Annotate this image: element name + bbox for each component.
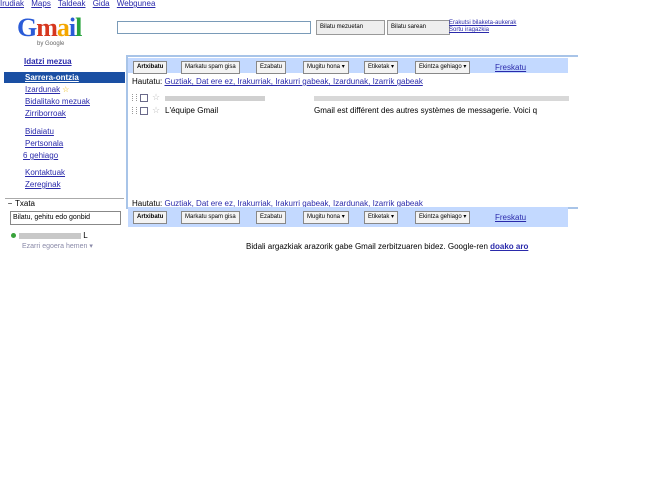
logo-byline: by Google — [37, 41, 65, 47]
drag-handle[interactable] — [132, 107, 137, 114]
refresh-link[interactable]: Freskatu — [495, 63, 526, 72]
delete-button[interactable]: Ezabatu — [256, 211, 287, 224]
message-snippet: Gmail est différent des autres systèmes … — [314, 106, 538, 115]
chat-header[interactable]: − Txata — [5, 198, 124, 209]
search-web-button[interactable]: Bilatu sarean — [387, 20, 450, 35]
refresh-link[interactable]: Freskatu — [495, 213, 526, 222]
message-row[interactable]: ☆ L'équipe Gmail Gmail est différent des… — [130, 105, 570, 116]
drag-handle[interactable] — [132, 94, 137, 101]
search-input[interactable] — [117, 21, 311, 34]
gmail-logo[interactable]: Gmail by Google — [17, 14, 105, 50]
sidebar-label-travel[interactable]: Bidaiatu — [25, 127, 54, 136]
more-actions-dropdown[interactable]: Ekintza gehiago ▾ — [415, 61, 471, 74]
sidebar-more-labels[interactable]: 6 gehiago — [23, 151, 58, 160]
sidebar-item-starred[interactable]: Izardunak ☆ — [25, 85, 69, 94]
more-actions-dropdown[interactable]: Ekintza gehiago ▾ — [415, 211, 471, 224]
sidebar-item-tasks[interactable]: Zereginak — [25, 180, 61, 189]
message-checkbox[interactable] — [140, 107, 148, 115]
contact-name-blurred — [19, 232, 81, 239]
message-row[interactable]: ☆ — [130, 92, 570, 103]
search-mail-button[interactable]: Bilatu mezuetan — [316, 20, 385, 35]
nav-help-link[interactable]: Gida — [93, 0, 110, 8]
gmail-logo-text: Gmail — [17, 13, 82, 42]
nav-web-link[interactable]: Webgunea — [117, 0, 156, 8]
contact-suffix: L — [83, 231, 88, 240]
move-to-dropdown[interactable]: Mugitu hona ▾ — [303, 61, 349, 74]
chat-status-selector[interactable]: Ezarri egoera hemen ▾ — [22, 242, 93, 250]
nav-groups-link[interactable]: Taldeak — [58, 0, 86, 8]
sidebar-item-sent[interactable]: Bidalitako mezuak — [25, 97, 90, 106]
star-icon: ☆ — [62, 85, 70, 94]
archive-button[interactable]: Artxibatu — [133, 61, 168, 74]
report-spam-button[interactable]: Markatu spam gisa — [181, 211, 240, 224]
online-status-icon — [11, 233, 16, 238]
select-options-links[interactable]: Guztiak, Dat ere ez, Irakurriak, Irakurr… — [164, 77, 422, 86]
chat-title: Txata — [15, 199, 36, 208]
create-filter-link[interactable]: Sortu iragazkia — [449, 27, 516, 34]
nav-images-link[interactable]: Irudiak — [0, 0, 24, 8]
sidebar-item-drafts[interactable]: Zirriborroak — [25, 109, 66, 118]
sidebar-label-personal[interactable]: Pertsonala — [25, 139, 63, 148]
sidebar-item-contacts[interactable]: Kontaktuak — [25, 168, 65, 177]
chat-contact[interactable]: L — [11, 231, 88, 240]
message-checkbox[interactable] — [140, 94, 148, 102]
select-bar-top: Hautatu: Guztiak, Dat ere ez, Irakurriak… — [132, 77, 423, 86]
select-prefix: Hautatu: — [132, 77, 163, 86]
labels-dropdown[interactable]: Etiketak ▾ — [364, 61, 399, 74]
show-search-options-link[interactable]: Erakutsi bilaketa-aukerak — [449, 20, 516, 27]
star-icon[interactable]: ☆ — [152, 105, 160, 115]
footer-promo: Bidali argazkiak arazorik gabe Gmail zer… — [246, 242, 528, 251]
collapse-icon[interactable]: − — [5, 199, 15, 209]
move-to-dropdown[interactable]: Mugitu hona ▾ — [303, 211, 349, 224]
search-options-links: Erakutsi bilaketa-aukerak Sortu iragazki… — [449, 20, 516, 34]
labels-dropdown[interactable]: Etiketak ▾ — [364, 211, 399, 224]
nav-maps-link[interactable]: Maps — [31, 0, 51, 8]
message-sender: L'équipe Gmail — [165, 106, 219, 115]
sender-blurred — [165, 96, 265, 101]
star-icon[interactable]: ☆ — [152, 92, 160, 102]
top-nav: Irudiak Maps Taldeak Gida Webgunea — [0, 0, 160, 9]
compose-link[interactable]: Idatzi mezua — [24, 57, 72, 66]
report-spam-button[interactable]: Markatu spam gisa — [181, 61, 240, 74]
footer-link[interactable]: doako aro — [490, 242, 528, 251]
archive-button[interactable]: Artxibatu — [133, 211, 168, 224]
footer-text: Bidali argazkiak arazorik gabe Gmail zer… — [246, 242, 491, 251]
sidebar-item-starred-label: Izardunak — [25, 85, 61, 94]
sidebar-item-inbox[interactable]: Sarrera-ontzia — [25, 72, 79, 83]
snippet-blurred — [314, 96, 569, 101]
chat-search-input[interactable]: Bilatu, gehitu edo gonbid — [10, 211, 121, 225]
delete-button[interactable]: Ezabatu — [256, 61, 287, 74]
